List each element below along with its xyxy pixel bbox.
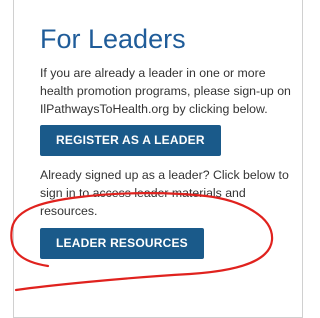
signed-up-text: Already signed up as a leader? Click bel…	[40, 166, 290, 220]
section-title: For Leaders	[40, 24, 186, 54]
intro-line: If you are already a leader in one or mo…	[40, 66, 266, 80]
signed-up-line: sign in to access leader materials and	[40, 186, 246, 200]
leader-resources-button[interactable]: LEADER RESOURCES	[40, 228, 204, 259]
signed-up-line: Already signed up as a leader? Click bel…	[40, 168, 289, 182]
signed-up-line: resources.	[40, 204, 98, 218]
intro-line: IlPathwaysToHealth.org by clicking below…	[40, 102, 268, 116]
intro-line: health promotion programs, please sign-u…	[40, 84, 291, 98]
intro-text: If you are already a leader in one or mo…	[40, 64, 291, 118]
register-as-leader-button[interactable]: REGISTER AS A LEADER	[40, 125, 221, 156]
